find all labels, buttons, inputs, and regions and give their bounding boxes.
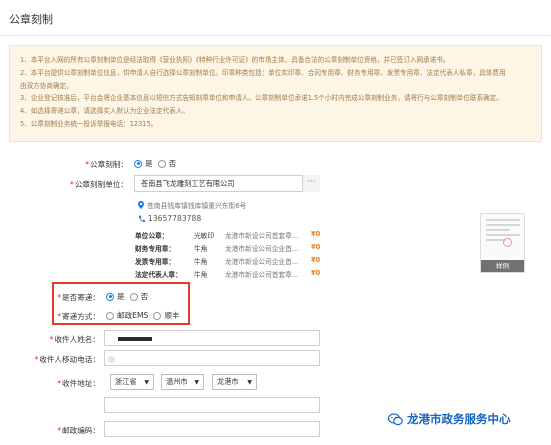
unit-label: *公章刻制单位： (70, 180, 128, 189)
redacted-name (118, 337, 152, 341)
notice-line: 4、如选择寄递公章，请选择实人默认为企业法定代表人。 (20, 107, 190, 116)
notice-line: 1、本平台入网的所有公章刻制单位是经法取得《营业执照》《特种行业许可证》的市场主… (20, 56, 450, 64)
postcode-input[interactable] (104, 421, 320, 437)
mail-label: *是否寄递： (57, 293, 100, 302)
notice-line: 5、公章刻制业务统一投诉举报电话：12315。 (20, 119, 158, 128)
title-divider (0, 35, 551, 36)
engrave-yes-radio[interactable]: 是 (134, 158, 153, 169)
radio-empty-icon (157, 159, 166, 168)
recipient-name-label: *收件人姓名： (49, 335, 100, 344)
mail-method-label: *寄递方式： (57, 312, 100, 321)
sample-thumbnail[interactable]: 样例 (480, 213, 525, 273)
chevron-down-icon: ▼ (247, 378, 252, 386)
engrave-radio-group: 是 否 (134, 158, 176, 169)
notice-line: 由双方协商确定。 (20, 81, 73, 90)
radio-empty-icon (106, 311, 114, 320)
unit-phone: 13657783788 (138, 214, 201, 223)
radio-selected-icon (106, 292, 114, 301)
city-select[interactable]: 温州市 ▼ (161, 374, 204, 390)
postcode-label: *邮政编码： (57, 426, 100, 435)
seal-row: 法定代表人章： 牛角 龙港市新设公司首套章... ¥0 (135, 269, 321, 279)
radio-empty-icon (129, 292, 138, 301)
engrave-label: *公章刻制： (85, 160, 128, 169)
address-detail-input[interactable] (104, 397, 320, 413)
watermark: 龙港市政务服务中心 (388, 411, 511, 427)
location-pin-icon (138, 201, 144, 209)
sf-radio[interactable]: 顺丰 (153, 310, 180, 321)
notice-line: 3、企业登记核准后，平台会将企业基本信息以短信方式告知刻章单位和申请人。公章刻制… (20, 94, 503, 103)
notice-line: 2、本平台提供公章刻制单位信息，供申请人自行选择公章刻制单位。印章种类包括：单位… (20, 68, 506, 77)
page-title: 公章刻制 (9, 13, 53, 26)
stamp-icon (503, 238, 512, 247)
province-select[interactable]: 浙江省 ▼ (110, 374, 154, 390)
ems-radio[interactable]: 邮政EMS (106, 310, 148, 321)
phone-icon (138, 215, 145, 222)
seal-row: 财务专用章： 牛角 龙港市新设公司企业首... ¥0 (135, 243, 321, 253)
seal-row: 发票专用章： 牛角 龙港市新设公司企业首... ¥0 (135, 256, 321, 266)
wechat-icon (388, 412, 403, 425)
engrave-no-radio[interactable]: 否 (157, 158, 176, 169)
chevron-down-icon: ▼ (144, 378, 149, 386)
radio-selected-icon (134, 159, 142, 168)
district-select[interactable]: 龙港市 ▼ (212, 374, 257, 390)
more-button[interactable]: ··· (302, 175, 320, 192)
mail-method-radio-group: 邮政EMS 顺丰 (106, 310, 180, 321)
address-label: *收件地址： (57, 379, 100, 388)
recipient-phone-input[interactable] (104, 350, 320, 366)
seal-list: 单位公章： 光敏印 龙港市新设公司首套章... ¥0 财务专用章： 牛角 龙港市… (135, 230, 325, 282)
mail-yes-radio[interactable]: 是 (106, 291, 125, 302)
radio-empty-icon (153, 311, 162, 320)
sample-label: 样例 (481, 260, 524, 272)
recipient-phone-label: *收件人移动电话： (34, 355, 100, 364)
mail-radio-group: 是 否 (106, 291, 148, 302)
seal-row: 单位公章： 光敏印 龙港市新设公司首套章... ¥0 (135, 230, 321, 240)
mail-no-radio[interactable]: 否 (129, 291, 148, 302)
input-hint-dot (108, 356, 115, 363)
unit-address: 苍南县钱库镇钱库镇重兴东街6号 (138, 200, 246, 210)
chevron-down-icon: ▼ (194, 378, 199, 386)
notice-panel: 1、本平台入网的所有公章刻制单位是经法取得《营业执照》《特种行业许可证》的市场主… (9, 45, 542, 142)
unit-field[interactable]: 苍南县飞龙雕刻工艺有限公司 (134, 175, 320, 192)
